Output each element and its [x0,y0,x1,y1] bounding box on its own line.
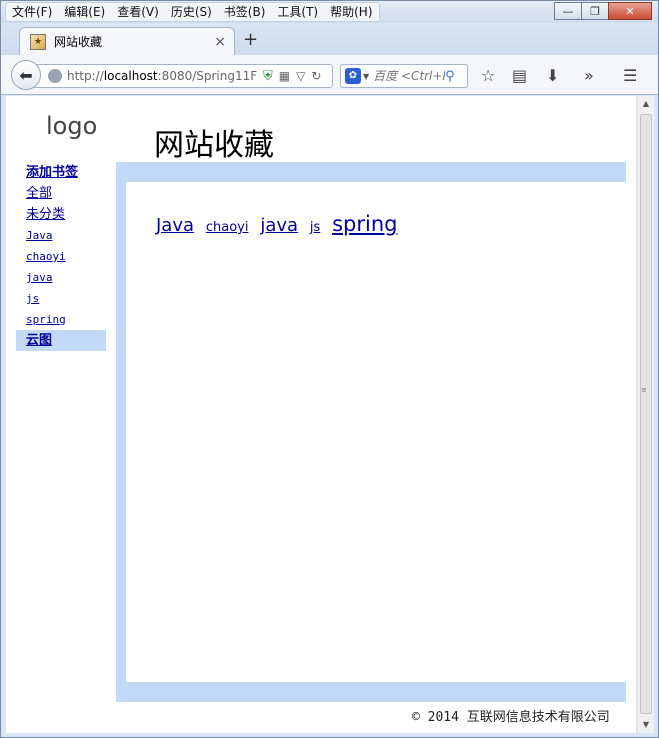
site-logo[interactable]: logo [46,112,97,140]
sidebar-item-all[interactable]: 全部 [16,183,106,204]
tag-link[interactable]: Java [156,215,194,236]
menu-bar: 文件(F) 编辑(E) 查看(V) 历史(S) 书签(B) 工具(T) 帮助(H… [5,2,380,22]
menu-edit[interactable]: 编辑(E) [58,3,111,21]
close-button[interactable]: ✕ [608,2,652,20]
back-button[interactable]: ⬅ [11,60,41,90]
vertical-scrollbar[interactable]: ▲ ≡ ▼ [637,96,654,733]
tab-strip: ★ 网站收藏 × + [1,23,658,55]
overflow-chevron-icon[interactable]: » [584,66,594,86]
tag-link[interactable]: js [310,220,320,235]
sidebar-item-java-lower[interactable]: java [16,267,106,288]
search-icon[interactable]: ⚲ [445,69,455,84]
tab-close-icon[interactable]: × [214,34,226,50]
footer: © 2014 互联网信息技术有限公司 [412,706,610,725]
sidebar: 添加书签 全部 未分类 Java chaoyi java js spring 云… [16,162,106,351]
hamburger-menu-icon[interactable]: ☰ [623,66,637,86]
sidebar-item-js[interactable]: js [16,288,106,309]
url-text[interactable]: http://localhost:8080/Spring11F [67,69,257,83]
menu-history[interactable]: 历史(S) [165,3,218,21]
scroll-grip-icon: ≡ [641,386,647,394]
tag-link[interactable]: spring [332,212,397,236]
bookmark-star-icon[interactable]: ☆ [481,66,495,86]
scroll-thumb[interactable] [640,114,652,714]
footer-company: 互联网信息技术有限公司 [466,710,610,725]
page-title: 网站收藏 [154,128,274,163]
reading-list-icon[interactable]: ▤ [512,66,527,86]
baidu-paw-icon[interactable]: ✿ [345,68,361,84]
browser-window: 文件(F) 编辑(E) 查看(V) 历史(S) 书签(B) 工具(T) 帮助(H… [0,0,659,738]
sidebar-item-chaoyi[interactable]: chaoyi [16,246,106,267]
window-controls: — ❐ ✕ [554,2,652,20]
tab-title: 网站收藏 [54,35,103,49]
tag-link[interactable]: java [260,215,298,236]
search-bar[interactable]: ✿ ▼ ⚲ [340,64,468,88]
sidebar-item-add-bookmark[interactable]: 添加书签 [16,162,106,183]
title-bar: 文件(F) 编辑(E) 查看(V) 历史(S) 书签(B) 工具(T) 帮助(H… [1,1,658,23]
tag-cloud: Java chaoyi java js spring [156,212,405,236]
restore-button[interactable]: ❐ [581,2,609,20]
sidebar-item-uncategorized[interactable]: 未分类 [16,204,106,225]
download-icon[interactable]: ⬇ [546,66,559,86]
tag-link[interactable]: chaoyi [206,220,249,235]
qr-code-icon[interactable]: ▦ [279,69,290,83]
minimize-button[interactable]: — [554,2,582,20]
sidebar-item-tag-cloud[interactable]: 云图 [16,330,106,351]
search-input[interactable] [373,69,446,83]
menu-tools[interactable]: 工具(T) [271,3,324,21]
tag-cloud-panel: Java chaoyi java js spring [126,182,626,682]
dropdown-arrow-icon[interactable]: ▽ [296,69,305,83]
shield-icon[interactable]: ⛨ [263,69,273,84]
footer-copyright: © 2014 [412,710,459,725]
menu-bookmarks[interactable]: 书签(B) [218,3,272,21]
page-viewport: logo 网站收藏 添加书签 全部 未分类 Java chaoyi java j… [6,96,636,733]
globe-icon [48,69,62,83]
new-tab-button[interactable]: + [243,30,258,50]
sidebar-item-spring[interactable]: spring [16,309,106,330]
sidebar-item-java[interactable]: Java [16,225,106,246]
menu-file[interactable]: 文件(F) [6,3,58,21]
scroll-up-arrow-icon[interactable]: ▲ [638,96,654,112]
content-frame: Java chaoyi java js spring [116,162,626,702]
menu-help[interactable]: 帮助(H) [324,3,378,21]
menu-view[interactable]: 查看(V) [111,3,165,21]
favicon-icon: ★ [30,33,46,50]
search-engine-dropdown-icon[interactable]: ▼ [363,72,369,81]
tab-active[interactable]: ★ 网站收藏 × [19,27,235,55]
reload-icon[interactable]: ↻ [311,69,321,83]
scroll-down-arrow-icon[interactable]: ▼ [638,717,654,733]
url-bar[interactable]: http://localhost:8080/Spring11F ⛨ ▦ ▽ ↻ [27,64,333,88]
navigation-bar: http://localhost:8080/Spring11F ⛨ ▦ ▽ ↻ … [1,55,658,95]
